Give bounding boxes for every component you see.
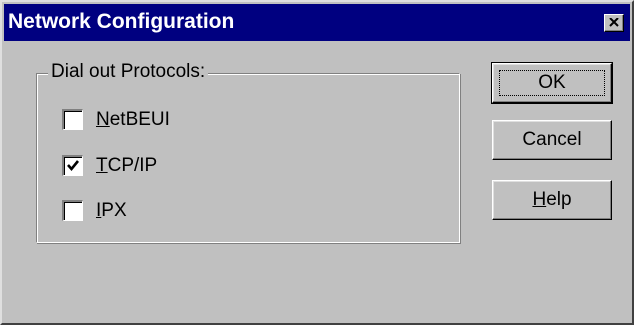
close-button[interactable]	[604, 14, 624, 32]
checkbox-box[interactable]	[62, 109, 83, 130]
netbeui-checkbox[interactable]: NetBEUI	[62, 107, 262, 133]
cancel-button[interactable]: Cancel	[492, 120, 612, 160]
check-icon	[67, 160, 80, 172]
group-label: Dial out Protocols:	[48, 61, 209, 83]
ok-button-label: OK	[538, 72, 566, 93]
checkbox-label[interactable]: NetBEUI	[96, 107, 170, 133]
help-button-label: Help	[532, 189, 572, 210]
help-button[interactable]: Help	[492, 180, 612, 220]
checkbox-label[interactable]: TCP/IP	[96, 153, 157, 179]
title-bar[interactable]: Network Configuration	[4, 4, 630, 41]
cancel-button-label: Cancel	[522, 129, 582, 150]
checkbox-box[interactable]	[62, 155, 83, 176]
checkbox-box[interactable]	[62, 200, 83, 221]
dialog-title: Network Configuration	[8, 10, 235, 33]
ipx-checkbox[interactable]: IPX	[62, 198, 262, 224]
ok-button[interactable]: OK	[491, 62, 613, 104]
checkbox-label[interactable]: IPX	[96, 198, 127, 224]
tcpip-checkbox[interactable]: TCP/IP	[62, 153, 262, 179]
close-icon	[609, 18, 619, 27]
